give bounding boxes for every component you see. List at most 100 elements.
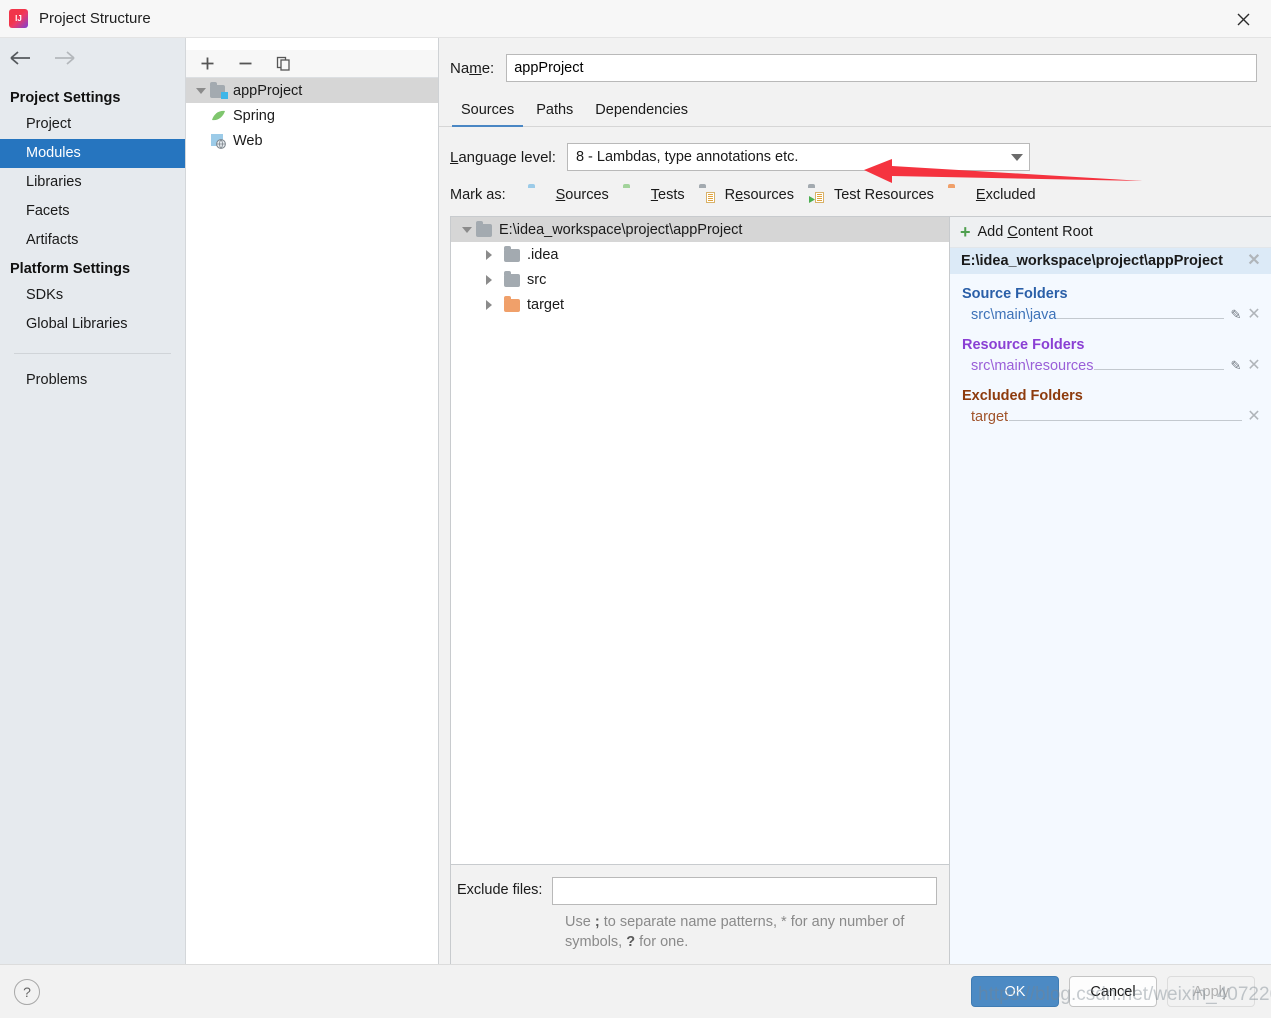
source-tree-row-label: target [527, 296, 565, 313]
expand-toggle[interactable] [480, 299, 498, 310]
mark-as-resources-button[interactable]: Resources [699, 187, 794, 203]
language-level-dropdown[interactable]: 8 - Lambdas, type annotations etc. [566, 143, 1030, 171]
close-window-button[interactable] [1215, 0, 1271, 38]
sidebar-navigation [0, 38, 185, 78]
add-label-post: ontent Root [1017, 224, 1093, 240]
tree-row[interactable]: Web [186, 128, 438, 153]
forward-button[interactable] [52, 50, 78, 66]
excluded-folders-group-title: Excluded Folders [962, 388, 1083, 404]
chevron-down-icon [462, 226, 472, 233]
arrow-right-icon [55, 51, 75, 65]
exclude-files-input[interactable] [552, 877, 937, 905]
source-tree-row-label: src [527, 271, 547, 288]
chevron-right-icon [486, 249, 492, 260]
module-content-panel: Name: Sources Paths Dependencies Languag… [439, 38, 1271, 964]
expand-toggle[interactable] [480, 274, 498, 285]
exclude-files-label: Exclude files: [457, 882, 543, 898]
source-tree-row[interactable]: .idea [451, 242, 949, 267]
exclude-files-hint: Use ; to separate name patterns, * for a… [565, 912, 937, 952]
chevron-right-icon [486, 299, 492, 310]
mark-as-sources-button[interactable]: Sources [528, 187, 609, 203]
folder-orange-icon [504, 295, 522, 313]
copy-module-button[interactable] [272, 53, 294, 75]
sidebar-item-project[interactable]: Project [0, 110, 185, 139]
expand-toggle[interactable] [480, 249, 498, 260]
back-button[interactable] [8, 50, 34, 66]
add-label-pre: Add [977, 224, 1008, 240]
sidebar-item-modules[interactable]: Modules [0, 139, 185, 168]
sidebar-list: Project Settings Project Modules Librari… [0, 78, 185, 395]
dialog-buttons: OK Cancel Apply [971, 976, 1271, 1007]
excluded-folder-icon [948, 187, 966, 203]
hint-part-1: Use [565, 914, 595, 930]
chevron-right-icon [486, 274, 492, 285]
remove-resource-folder-button[interactable]: ✕ [1245, 358, 1263, 374]
remove-content-root-button[interactable]: ✕ [1245, 253, 1263, 269]
sidebar-item-problems[interactable]: Problems [0, 366, 185, 395]
expand-toggle[interactable] [192, 87, 210, 94]
expand-toggle[interactable] [458, 226, 476, 233]
pencil-icon[interactable]: ✎ [1227, 358, 1245, 374]
web-facet-icon [210, 133, 228, 149]
apply-button[interactable]: Apply [1167, 976, 1255, 1007]
source-folders-tree-panel: E:\idea_workspace\project\appProject .id… [451, 217, 950, 964]
arrow-left-icon [10, 51, 30, 65]
remove-source-folder-button[interactable]: ✕ [1245, 307, 1263, 323]
tree-row[interactable]: appProject [186, 78, 438, 103]
tab-paths[interactable]: Paths [525, 98, 584, 126]
sidebar-item-libraries[interactable]: Libraries [0, 168, 185, 197]
sidebar-item-artifacts[interactable]: Artifacts [0, 226, 185, 255]
add-label-mnemonic: C [1007, 224, 1018, 240]
help-button[interactable]: ? [14, 978, 40, 1005]
module-folder-icon [210, 81, 228, 99]
source-tree-row-label: .idea [527, 246, 559, 263]
excluded-folder-entry[interactable]: target ✕ [950, 407, 1271, 427]
folder-grey-icon [504, 270, 522, 288]
mark-as-tests-button[interactable]: Tests [623, 187, 685, 203]
source-tree-row[interactable]: E:\idea_workspace\project\appProject [451, 217, 949, 242]
resource-folders-group-title: Resource Folders [962, 337, 1085, 353]
entry-rule [1009, 410, 1242, 421]
mark-as-test-resources-button[interactable]: Test Resources [808, 187, 934, 203]
modules-tree: appProject Spring Web [186, 78, 438, 964]
tab-sources[interactable]: Sources [450, 98, 525, 127]
sidebar-item-facets[interactable]: Facets [0, 197, 185, 226]
settings-sidebar: Project Settings Project Modules Librari… [0, 38, 186, 964]
window-title: Project Structure [39, 10, 151, 27]
sidebar-divider [14, 353, 171, 354]
source-folder-entry[interactable]: src\main\java ✎ ✕ [950, 305, 1271, 325]
dialog-body: Project Settings Project Modules Librari… [0, 38, 1271, 964]
resource-folder-entry[interactable]: src\main\resources ✎ ✕ [950, 356, 1271, 376]
content-root-card: E:\idea_workspace\project\appProject ✕ S… [950, 248, 1271, 441]
sidebar-item-sdks[interactable]: SDKs [0, 281, 185, 310]
add-module-button[interactable] [196, 53, 218, 75]
ok-button[interactable]: OK [971, 976, 1059, 1007]
question-mark-icon: ? [23, 983, 31, 1000]
folder-grey-icon [476, 220, 494, 238]
remove-excluded-folder-button[interactable]: ✕ [1245, 409, 1263, 425]
tests-folder-icon [623, 187, 641, 203]
add-content-root-button[interactable]: + Add Content Root [950, 217, 1271, 248]
entry-rule [1094, 359, 1224, 370]
source-tree-row[interactable]: target [451, 292, 949, 317]
source-folders-tree: E:\idea_workspace\project\appProject .id… [451, 217, 949, 864]
pencil-icon[interactable]: ✎ [1227, 307, 1245, 323]
chevron-down-icon [1010, 153, 1023, 161]
exclude-files-row: Exclude files: [457, 877, 937, 905]
sidebar-item-global-libraries[interactable]: Global Libraries [0, 310, 185, 339]
modules-toolbar [186, 50, 438, 78]
cancel-button[interactable]: Cancel [1069, 976, 1157, 1007]
mark-as-test-resources-label: Test Resources [833, 187, 934, 203]
source-tree-row[interactable]: src [451, 267, 949, 292]
mark-as-excluded-button[interactable]: Excluded [948, 187, 1036, 203]
tree-row[interactable]: Spring [186, 103, 438, 128]
tab-dependencies[interactable]: Dependencies [584, 98, 699, 126]
module-name-row: Name: [439, 38, 1271, 82]
modules-panel: appProject Spring Web [186, 38, 439, 964]
sources-folder-icon [528, 187, 546, 203]
spring-leaf-icon [210, 108, 228, 124]
sources-split-pane: E:\idea_workspace\project\appProject .id… [450, 216, 1271, 964]
remove-module-button[interactable] [234, 53, 256, 75]
tree-row-label: Spring [233, 107, 275, 124]
module-name-input[interactable] [506, 54, 1257, 82]
